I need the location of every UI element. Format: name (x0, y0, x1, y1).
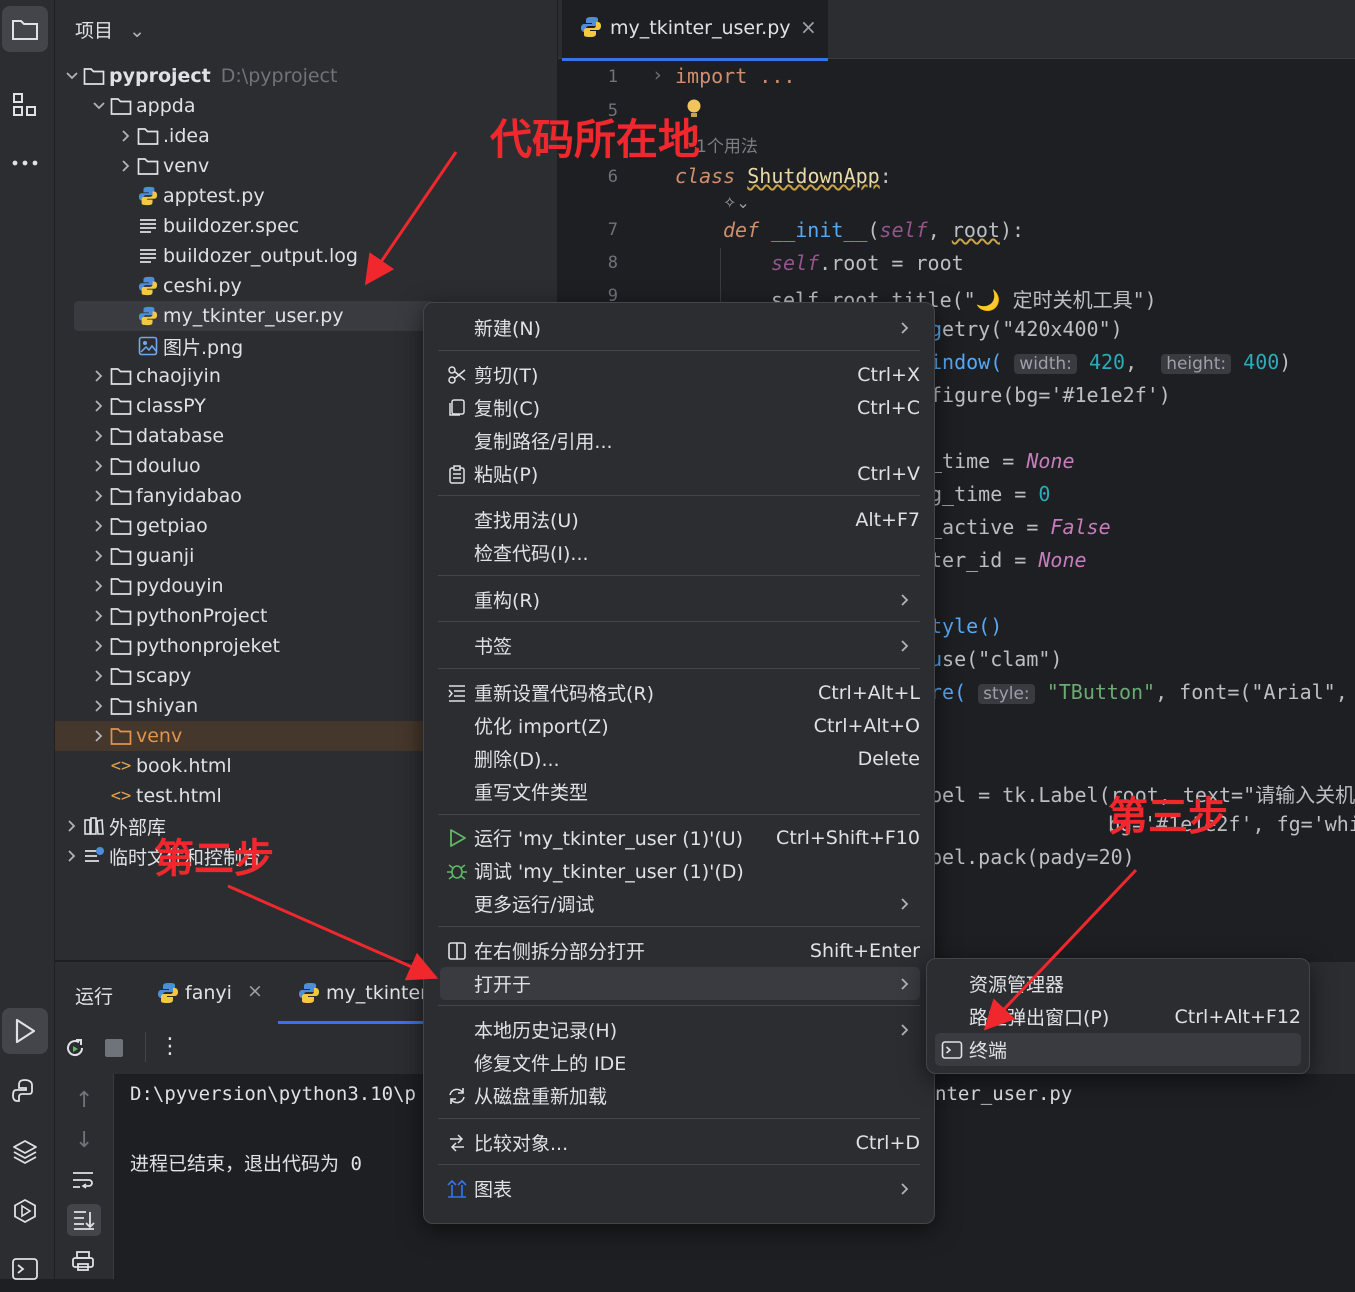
annotation-arrows (227, 151, 1138, 1031)
annotation-arrow-step2 (227, 884, 439, 981)
annotation-step2: 第二步 (154, 836, 274, 882)
annotation-step3: 第三步 (1108, 794, 1228, 840)
annotation-arrow-step3 (983, 868, 1138, 1031)
annotation-code-location: 代码所在地 (490, 115, 701, 164)
annotation-arrow-code (364, 151, 458, 286)
